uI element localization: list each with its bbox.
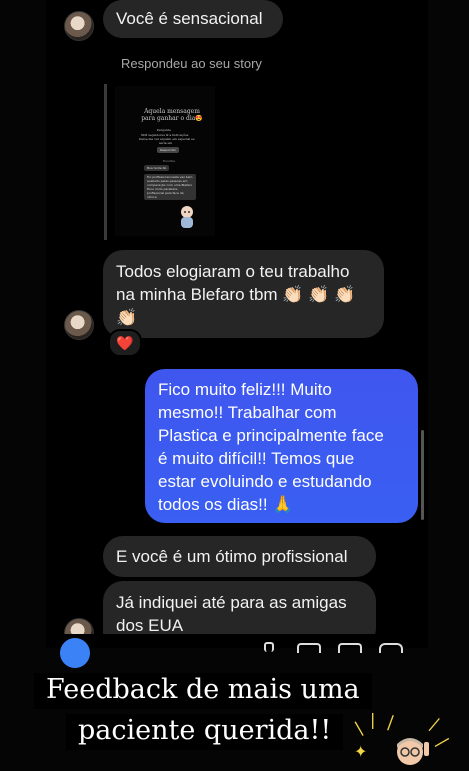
reaction-badge[interactable]: ❤️ — [108, 329, 142, 357]
memoji-sticker-icon — [392, 736, 432, 766]
message-text-line: 👏🏻 — [116, 308, 138, 327]
story-title: Aquela mensagem para ganhar o dia😍 — [141, 108, 203, 122]
story-text-d: seria um — [159, 141, 173, 145]
story-button: Responder — [157, 147, 179, 153]
caption-line-2: paciente querida!! — [66, 714, 344, 750]
heart-icon: ❤️ — [116, 334, 134, 351]
like-icon[interactable] — [379, 643, 403, 653]
story-preview[interactable]: Aquela mensagem para ganhar o dia😍 Pergu… — [104, 84, 217, 240]
caption-line-1: Feedback de mais uma — [34, 673, 372, 709]
message-text-line: Todos elogiaram o teu trabalho — [116, 262, 350, 281]
microphone-icon[interactable] — [264, 642, 274, 652]
message-text: Você é sensacional — [116, 9, 263, 28]
message-text-line: estar evoluindo e estudando — [158, 472, 372, 491]
message-bubble-outgoing[interactable]: Fico muito feliz!!! Muito mesmo!! Trabal… — [145, 369, 418, 523]
contact-avatar[interactable] — [64, 310, 94, 340]
story-thumbnail: Aquela mensagem para ganhar o dia😍 Pergu… — [115, 86, 215, 236]
message-text-line: é muito difícil!! Temos que — [158, 449, 355, 468]
message-text-line: todos os dias!! 🙏 — [158, 495, 294, 514]
story-text-a: Pergunte — [157, 128, 171, 132]
message-text: E você é um ótimo profissional — [116, 547, 348, 566]
message-composer[interactable] — [46, 634, 428, 668]
message-bubble-incoming[interactable]: Todos elogiaram o teu trabalho na minha … — [103, 250, 384, 338]
message-text-line: Já indiquei até para as amigas — [116, 593, 347, 612]
story-label: Escolha — [163, 159, 175, 163]
camera-icon[interactable] — [60, 638, 90, 668]
gallery-icon[interactable] — [297, 643, 321, 653]
message-text-line: Plastica e principalmente face — [158, 426, 384, 445]
contact-avatar[interactable] — [64, 11, 94, 41]
message-bubble-incoming[interactable]: Você é sensacional — [103, 0, 283, 38]
scrollbar[interactable] — [421, 430, 424, 520]
message-text-line: na minha Blefaro tbm 👏🏻 👏🏻 👏🏻 — [116, 285, 356, 304]
story-reply-note: Respondeu ao seu story — [121, 56, 262, 71]
sticker-button-icon[interactable] — [338, 643, 362, 653]
sticker-icon — [177, 204, 197, 230]
story-reply-2: Fui profissional nesta vez bem avaliado … — [144, 174, 196, 200]
message-text-line: mesmo!! Trabalhar com — [158, 403, 337, 422]
message-text-line: Fico muito feliz!!! Muito — [158, 380, 332, 399]
story-reply-1: Boa tarde bb — [144, 165, 170, 171]
message-bubble-incoming[interactable]: E você é um ótimo profissional — [103, 536, 376, 577]
